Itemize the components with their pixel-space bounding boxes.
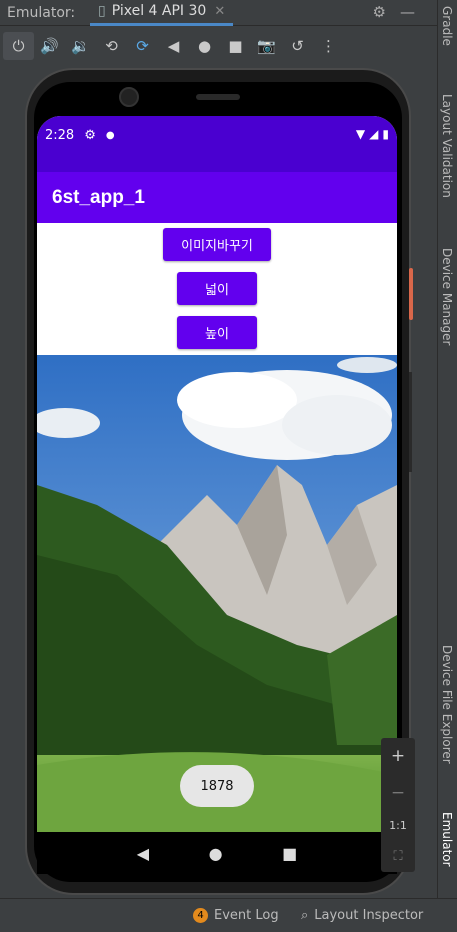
zoom-out-button[interactable]: − <box>391 783 405 803</box>
nav-home-icon[interactable]: ● <box>209 844 223 863</box>
event-log-badge: 4 <box>193 908 208 923</box>
status-bar: 2:28 ⚙ ● ▼ ◢ ▮ <box>37 116 397 154</box>
speaker-grill <box>196 94 240 100</box>
close-tab-icon[interactable]: ✕ <box>214 4 225 19</box>
screenshot-icon[interactable]: 📷 <box>251 32 282 60</box>
width-button[interactable]: 넓이 <box>177 272 257 305</box>
event-log-button[interactable]: 4 Event Log <box>193 908 279 923</box>
settings-status-icon: ⚙ <box>84 127 96 143</box>
emulator-tab-bar: Emulator: ▯ Pixel 4 API 30 ✕ ⚙ — <box>0 0 437 26</box>
phone-icon: ▯ <box>98 3 106 19</box>
volume-up-button[interactable]: 🔊 <box>34 32 65 60</box>
tab-emulator[interactable]: Emulator <box>437 812 457 867</box>
right-tool-strip: Gradle Layout Validation Device Manager … <box>437 0 457 898</box>
tab-device-manager[interactable]: Device Manager <box>437 248 457 345</box>
power-button[interactable]: ⏻ <box>3 32 34 60</box>
status-spacer <box>37 154 397 172</box>
ide-window: Emulator: ▯ Pixel 4 API 30 ✕ ⚙ — ⏻ 🔊 🔉 ⟲… <box>0 0 457 932</box>
signal-icon: ◢ <box>369 127 379 141</box>
tab-gradle[interactable]: Gradle <box>437 6 457 46</box>
volume-side-button[interactable] <box>409 372 412 472</box>
emulator-toolbar: ⏻ 🔊 🔉 ⟲ ⟳ ◀ ● ■ 📷 ↺ ⋮ <box>0 30 437 62</box>
battery-icon: ▮ <box>382 127 389 141</box>
zoom-panel: + − 1:1 ⛶ <box>381 738 415 872</box>
wifi-icon: ▼ <box>355 127 366 141</box>
dot-status-icon: ● <box>105 129 115 141</box>
tab-layout-validation[interactable]: Layout Validation <box>437 94 457 198</box>
minimize-icon[interactable]: — <box>400 3 415 21</box>
bottom-status-bar: 4 Event Log ⌕ Layout Inspector <box>0 898 457 932</box>
gear-icon[interactable]: ⚙ <box>373 3 386 21</box>
change-image-button[interactable]: 이미지바꾸기 <box>163 228 271 261</box>
tab-device-file-explorer[interactable]: Device File Explorer <box>437 645 457 764</box>
zoom-in-button[interactable]: + <box>391 746 405 766</box>
camera-icon <box>119 87 139 107</box>
phone-screen: 2:28 ⚙ ● ▼ ◢ ▮ 6st_app_1 이미지바꾸기 넓이 높이 18… <box>37 116 397 832</box>
event-log-label: Event Log <box>214 908 279 923</box>
zoom-actual-size-button[interactable]: 1:1 <box>389 819 407 832</box>
power-side-button[interactable] <box>409 268 413 320</box>
rotate-left-button[interactable]: ⟲ <box>96 32 127 60</box>
phone-nav-bar: ◀ ● ■ <box>37 832 397 874</box>
rotate-right-button[interactable]: ⟳ <box>127 32 158 60</box>
landscape-image <box>37 355 397 832</box>
fit-screen-icon[interactable]: ⛶ <box>393 849 402 864</box>
snapshot-icon[interactable]: ↺ <box>282 32 313 60</box>
app-title: 6st_app_1 <box>37 172 397 223</box>
device-tab-label: Pixel 4 API 30 <box>111 3 207 19</box>
volume-down-button[interactable]: 🔉 <box>65 32 96 60</box>
overview-button[interactable]: ■ <box>220 32 251 60</box>
nav-recents-icon[interactable]: ■ <box>282 844 297 863</box>
back-button[interactable]: ◀ <box>158 32 189 60</box>
more-options-icon[interactable]: ⋮ <box>313 32 344 60</box>
device-tab[interactable]: ▯ Pixel 4 API 30 ✕ <box>90 0 234 26</box>
toast-message: 1878 <box>180 765 254 807</box>
emulator-label: Emulator: <box>7 4 76 21</box>
layout-inspector-icon: ⌕ <box>301 908 309 923</box>
home-button[interactable]: ● <box>189 32 220 60</box>
height-button[interactable]: 높이 <box>177 316 257 349</box>
layout-inspector-label: Layout Inspector <box>314 908 424 923</box>
nav-back-icon[interactable]: ◀ <box>137 844 149 863</box>
status-time: 2:28 <box>45 127 75 143</box>
layout-inspector-button[interactable]: ⌕ Layout Inspector <box>301 908 423 923</box>
